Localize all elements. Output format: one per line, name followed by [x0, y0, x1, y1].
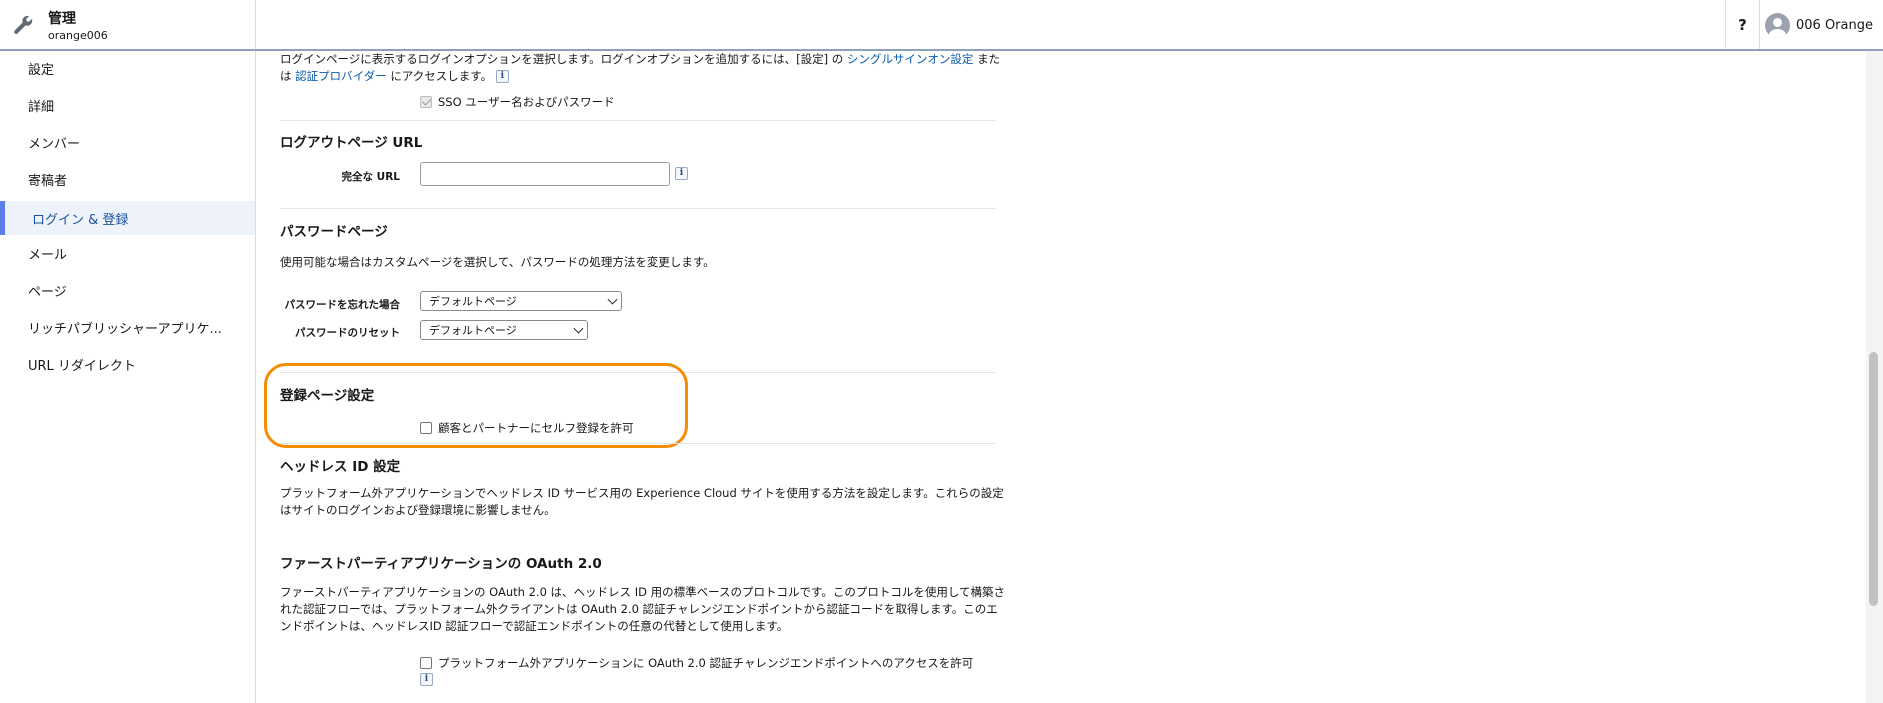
info-icon[interactable]: i — [420, 673, 433, 686]
select-value: デフォルトページ — [429, 295, 517, 308]
registration-section-title: 登録ページ設定 — [280, 388, 375, 404]
sidebar-item-rich-publisher-apps[interactable]: リッチパブリッシャーアプリケ... — [0, 310, 255, 344]
sidebar-item-contributors[interactable]: 寄稿者 — [0, 162, 255, 196]
desc-text: ンドポイントは、ヘッドレスID 認証フローで認証エンドポイントの任意の代替として… — [280, 619, 789, 633]
forgot-password-select[interactable]: デフォルトページ — [420, 291, 622, 311]
user-menu[interactable]: 006 Orange — [1765, 12, 1873, 38]
oauth-section-title: ファーストパーティアプリケーションの OAuth 2.0 — [280, 556, 602, 572]
oauth-description: ファーストパーティアプリケーションの OAuth 2.0 は、ヘッドレス ID … — [280, 584, 1020, 635]
password-section-title: パスワードページ — [280, 224, 388, 240]
sidebar-nav: 設定 詳細 メンバー 寄稿者 ログイン & 登録 メール ページ リッチパブリッ… — [0, 51, 256, 703]
sso-checkbox — [420, 96, 432, 108]
oauth-allow-label: プラットフォーム外アプリケーションに OAuth 2.0 認証チャレンジエンドポ… — [438, 656, 974, 670]
headless-section-title: ヘッドレス ID 設定 — [280, 459, 401, 475]
avatar — [1765, 12, 1790, 38]
sidebar-item-login-registration[interactable]: ログイン & 登録 — [0, 201, 255, 235]
sidebar-item-details[interactable]: 詳細 — [0, 88, 255, 122]
desc-text: にアクセスします。 — [390, 69, 493, 83]
sidebar-item-pages[interactable]: ページ — [0, 273, 255, 307]
user-name: 006 Orange — [1796, 17, 1873, 33]
self-registration-checkbox[interactable] — [420, 422, 432, 434]
reset-password-select[interactable]: デフォルトページ — [420, 320, 588, 340]
self-registration-label: 顧客とパートナーにセルフ登録を許可 — [438, 421, 634, 435]
info-icon[interactable]: i — [675, 167, 688, 180]
sidebar-item-url-redirects[interactable]: URL リダイレクト — [0, 347, 255, 381]
desc-text: また — [977, 52, 1001, 66]
site-name: orange006 — [48, 29, 108, 42]
info-icon[interactable]: i — [495, 70, 509, 83]
sso-option-row: SSO ユーザー名およびパスワード — [420, 94, 615, 110]
auth-providers-link[interactable]: 認証プロバイダー — [295, 69, 387, 83]
app-title: 管理 — [48, 11, 76, 27]
reset-password-label: パスワードのリセット — [295, 327, 400, 339]
chevron-down-icon — [573, 323, 584, 334]
chevron-down-icon — [607, 294, 618, 305]
self-registration-row: 顧客とパートナーにセルフ登録を許可 — [420, 420, 634, 436]
sidebar-item-members[interactable]: メンバー — [0, 125, 255, 159]
forgot-password-label: パスワードを忘れた場合 — [284, 299, 401, 311]
app-header: 管理 orange006 ? 006 Orange — [0, 0, 1883, 51]
divider — [280, 443, 996, 444]
select-value: デフォルトページ — [429, 324, 517, 337]
divider — [280, 120, 996, 121]
full-url-label: 完全な URL — [341, 171, 400, 183]
sidebar-item-email[interactable]: メール — [0, 236, 255, 270]
oauth-allow-checkbox[interactable] — [420, 657, 432, 669]
desc-text: ログインページに表示するログインオプションを選択します。ログインオプションを追加… — [280, 52, 844, 66]
login-options-description: ログインページに表示するログインオプションを選択します。ログインオプションを追加… — [280, 51, 1020, 85]
wrench-icon — [14, 15, 33, 34]
oauth-allow-row: プラットフォーム外アプリケーションに OAuth 2.0 認証チャレンジエンドポ… — [420, 655, 973, 671]
scrollbar-thumb[interactable] — [1869, 352, 1878, 606]
desc-text: は — [280, 69, 292, 83]
desc-text: プラットフォーム外アプリケーションでヘッドレス ID サービス用の Experi… — [280, 486, 1004, 500]
sidebar-item-settings[interactable]: 設定 — [0, 51, 255, 85]
desc-text: ファーストパーティアプリケーションの OAuth 2.0 は、ヘッドレス ID … — [280, 585, 1006, 599]
sso-label: SSO ユーザー名およびパスワード — [438, 95, 615, 109]
main-content: ログインページに表示するログインオプションを選択します。ログインオプションを追加… — [256, 51, 1866, 703]
desc-text: はサイトのログインおよび登録環境に影響しません。 — [280, 503, 556, 517]
app-brand: 管理 orange006 — [0, 0, 256, 49]
sso-settings-link[interactable]: シングルサインオン設定 — [847, 52, 974, 66]
headless-description: プラットフォーム外アプリケーションでヘッドレス ID サービス用の Experi… — [280, 485, 1020, 519]
logout-section-title: ログアウトページ URL — [280, 135, 423, 151]
password-description: 使用可能な場合はカスタムページを選択して、パスワードの処理方法を変更します。 — [280, 255, 715, 269]
divider — [280, 208, 996, 209]
logout-url-input[interactable] — [420, 162, 670, 186]
help-button[interactable]: ? — [1725, 0, 1760, 49]
desc-text: れた認証フローでは、プラットフォーム外クライアントは OAuth 2.0 認証チ… — [280, 602, 998, 616]
